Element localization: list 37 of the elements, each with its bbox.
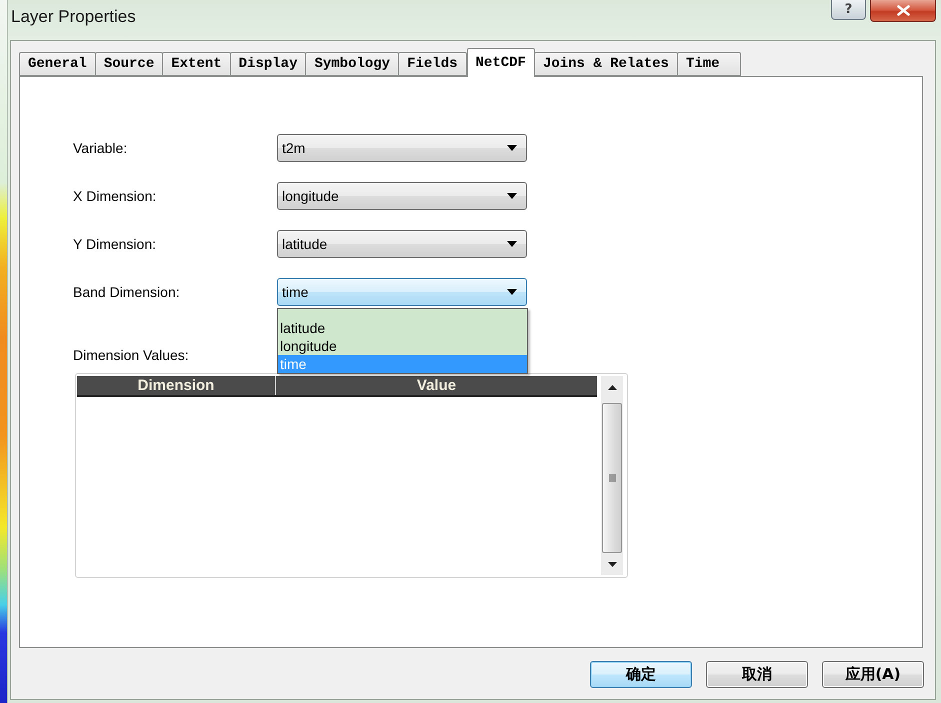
dropdown-option[interactable]: latitude bbox=[278, 319, 527, 337]
scrollbar-thumb[interactable] bbox=[602, 403, 622, 553]
dropdown-select[interactable]: t2m bbox=[277, 134, 527, 162]
section-label: Dimension Values: bbox=[73, 347, 189, 363]
dropdown-option[interactable]: longitude bbox=[278, 337, 527, 355]
field-label: Y Dimension: bbox=[73, 236, 158, 252]
tab[interactable]: Time bbox=[676, 52, 741, 76]
dropdown-select[interactable]: time bbox=[277, 278, 527, 306]
scroll-down-icon[interactable] bbox=[608, 562, 616, 567]
close-icon bbox=[896, 5, 910, 16]
tab[interactable]: NetCDF bbox=[466, 48, 535, 77]
scroll-up-icon[interactable] bbox=[608, 385, 616, 390]
close-button[interactable] bbox=[870, 0, 936, 22]
tab[interactable]: General bbox=[19, 52, 96, 76]
caret-icon bbox=[507, 145, 517, 151]
dialog-button[interactable]: 取消 bbox=[706, 661, 808, 688]
tab[interactable]: Source bbox=[94, 52, 164, 76]
caret-icon bbox=[507, 193, 517, 199]
field-label: Variable: bbox=[73, 140, 128, 156]
field-label: X Dimension: bbox=[73, 188, 158, 204]
dropdown-select[interactable]: latitude bbox=[277, 230, 527, 258]
tab[interactable]: Fields bbox=[398, 52, 467, 76]
column-header: Value bbox=[275, 376, 597, 395]
column-header: Dimension bbox=[136, 376, 216, 395]
dialog-button[interactable]: 应用(A) bbox=[822, 661, 924, 688]
tab[interactable]: Display bbox=[230, 52, 306, 76]
caret-icon bbox=[507, 289, 517, 295]
tab[interactable]: Symbology bbox=[305, 52, 400, 76]
field-label: Band Dimension: bbox=[73, 284, 181, 300]
grip-icon bbox=[608, 474, 616, 482]
dropdown-select[interactable]: longitude bbox=[277, 182, 527, 210]
window-title: Layer Properties bbox=[10, 6, 136, 28]
tab[interactable]: Extent bbox=[162, 52, 231, 76]
help-button[interactable]: ? bbox=[831, 0, 866, 20]
dialog-button[interactable]: 确定 bbox=[590, 661, 692, 688]
tab[interactable]: Joins & Relates bbox=[534, 52, 678, 76]
caret-icon bbox=[507, 241, 517, 247]
